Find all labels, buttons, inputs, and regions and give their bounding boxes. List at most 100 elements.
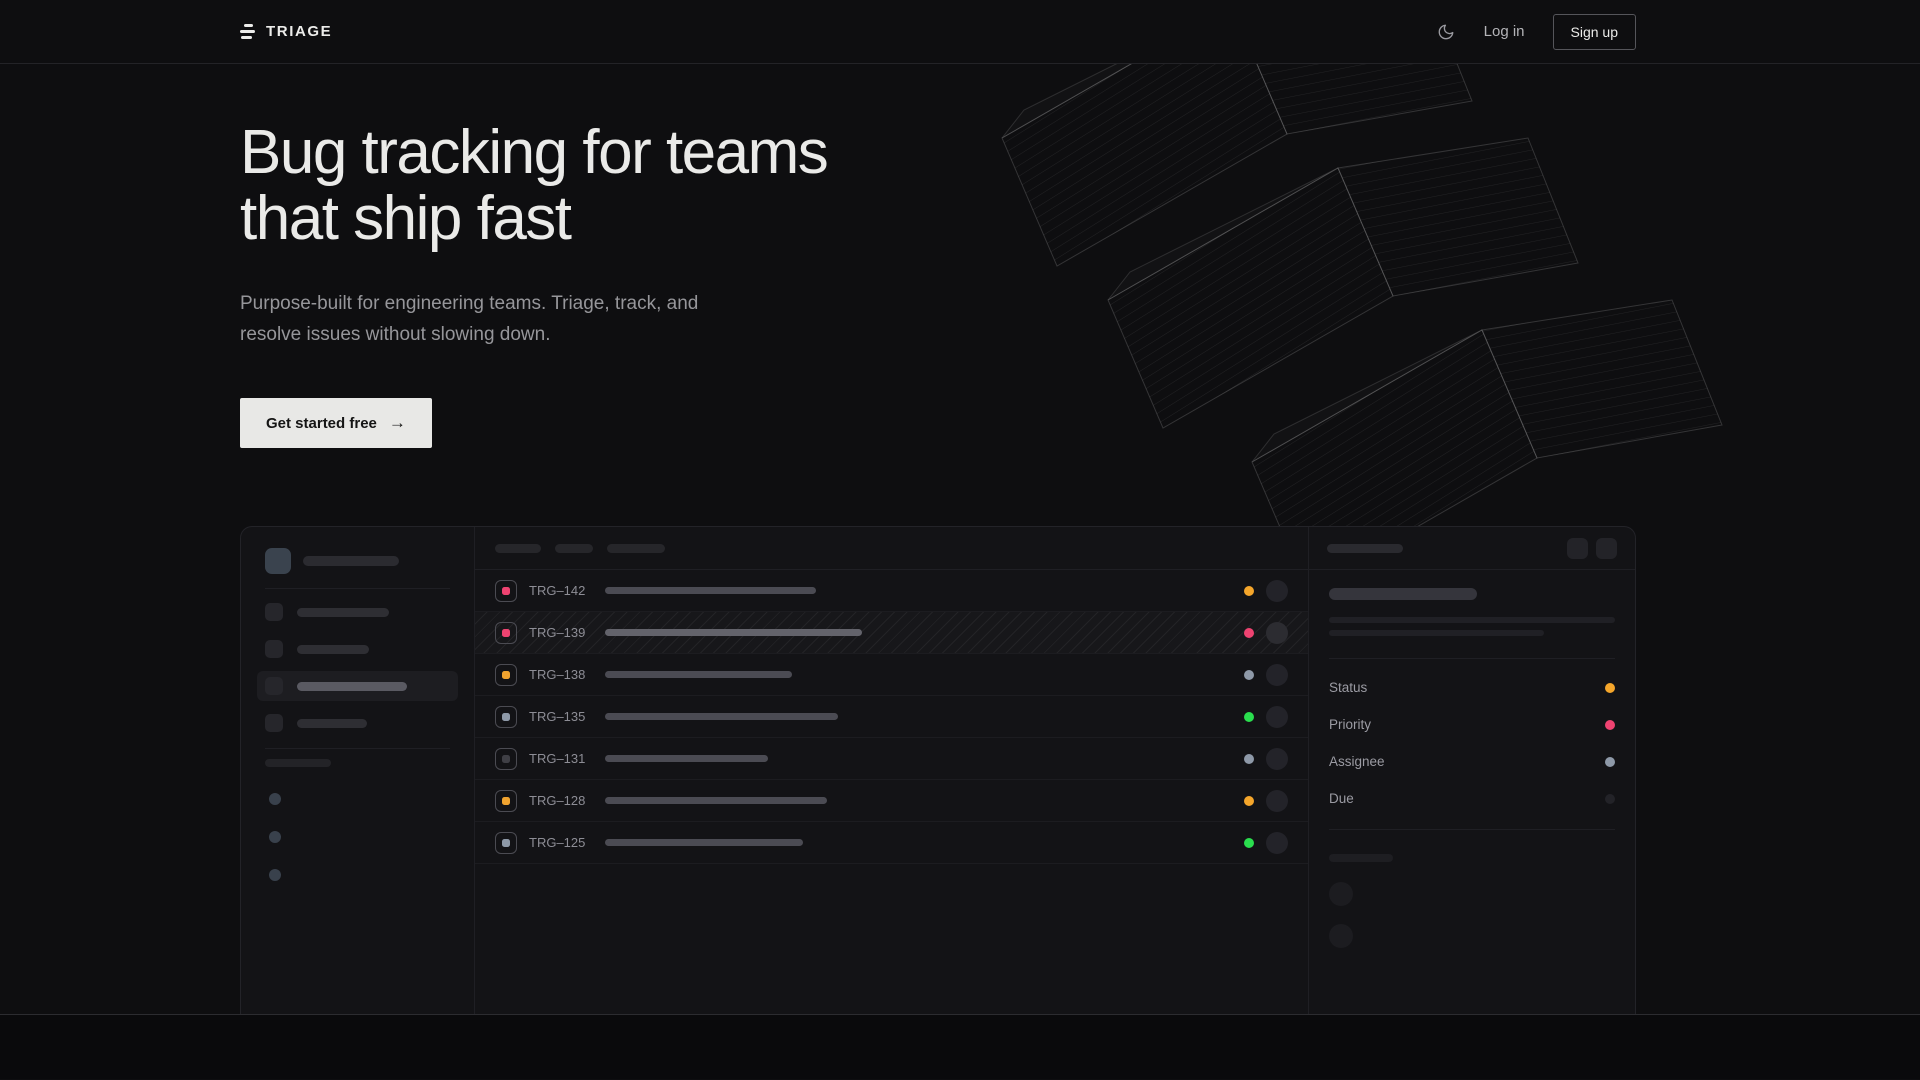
issue-row: TRG–128	[475, 780, 1308, 822]
issue-type-fill	[502, 839, 510, 847]
issue-status-dot	[1244, 712, 1254, 722]
issue-status-dot	[1244, 586, 1254, 596]
issue-type-icon	[495, 622, 517, 644]
signup-button[interactable]: Sign up	[1553, 14, 1636, 50]
issue-field-row: Status	[1329, 669, 1615, 706]
section-label-placeholder	[265, 759, 331, 767]
brand-logo[interactable]: TRIAGE	[240, 23, 332, 40]
nav-item-icon	[265, 603, 283, 621]
mockup-issue-list: TRG–142 TRG–139 TRG–138 TRG–135 TRG–131 …	[475, 527, 1309, 1015]
issue-title-placeholder	[605, 671, 792, 678]
detail-panel-body: Status Priority Assignee Due	[1309, 570, 1635, 948]
issue-type-icon	[495, 790, 517, 812]
issue-id: TRG–128	[529, 793, 587, 808]
issue-row: TRG–142	[475, 570, 1308, 612]
filter-chip-placeholder	[555, 544, 593, 553]
issue-field-label: Priority	[1329, 717, 1371, 732]
nav-item	[257, 634, 458, 664]
login-link[interactable]: Log in	[1484, 23, 1525, 40]
issue-title-placeholder	[605, 629, 862, 636]
nav-item	[257, 708, 458, 738]
nav-dot	[269, 869, 281, 881]
nav-item-label-placeholder	[297, 682, 407, 691]
issue-field-row: Assignee	[1329, 743, 1615, 780]
panel-action-button	[1596, 538, 1617, 559]
issue-field-value-dot	[1605, 720, 1615, 730]
moon-icon	[1437, 23, 1455, 41]
issue-description-placeholder	[1329, 630, 1544, 636]
issue-id: TRG–142	[529, 583, 587, 598]
issue-field-label: Status	[1329, 680, 1367, 695]
issue-type-icon	[495, 706, 517, 728]
hero-subtitle-line2: resolve issues without slowing down.	[240, 319, 1636, 350]
issue-field-row: Priority	[1329, 706, 1615, 743]
workspace-name-placeholder	[303, 556, 399, 566]
issue-assignee-avatar	[1266, 706, 1288, 728]
issue-description-placeholder	[1329, 617, 1615, 623]
issue-title-placeholder	[605, 755, 768, 762]
issue-title-placeholder	[605, 839, 803, 846]
issue-type-fill	[502, 797, 510, 805]
issue-type-fill	[502, 629, 510, 637]
nav-item-active	[257, 671, 458, 701]
mockup-sidebar	[241, 527, 475, 1015]
issue-title-placeholder	[605, 713, 838, 720]
issue-type-icon	[495, 832, 517, 854]
nav-item-icon	[265, 714, 283, 732]
issue-list-toolbar	[475, 527, 1308, 570]
issue-id: TRG–131	[529, 751, 587, 766]
workspace-avatar	[265, 548, 291, 574]
issue-type-fill	[502, 713, 510, 721]
issue-type-icon	[495, 664, 517, 686]
issue-status-dot	[1244, 628, 1254, 638]
nav-section-label	[257, 749, 458, 767]
hero-subtitle: Purpose-built for engineering teams. Tri…	[240, 288, 1636, 350]
issue-type-fill	[502, 755, 510, 763]
next-section-band	[0, 1015, 1920, 1079]
nav-dot	[269, 831, 281, 843]
issue-type-fill	[502, 671, 510, 679]
issue-status-dot	[1244, 754, 1254, 764]
issue-status-dot	[1244, 670, 1254, 680]
issue-assignee-avatar	[1266, 580, 1288, 602]
arrow-right-icon: →	[389, 413, 406, 433]
issue-assignee-avatar	[1266, 748, 1288, 770]
issue-title-placeholder	[605, 587, 816, 594]
nav-item-icon	[265, 640, 283, 658]
hero-heading-line1: Bug tracking for teams	[240, 120, 1636, 186]
issue-field-label: Assignee	[1329, 754, 1385, 769]
nav-item-icon	[265, 677, 283, 695]
hero-heading: Bug tracking for teams that ship fast	[240, 64, 1636, 252]
issue-assignee-avatar	[1266, 664, 1288, 686]
mockup-detail-panel: Status Priority Assignee Due	[1309, 527, 1635, 1015]
divider	[1329, 829, 1615, 830]
issue-type-icon	[495, 580, 517, 602]
hero-subtitle-line1: Purpose-built for engineering teams. Tri…	[240, 288, 1636, 319]
issue-field-row: Due	[1329, 780, 1615, 817]
issue-assignee-avatar	[1266, 832, 1288, 854]
issue-title-placeholder	[605, 797, 827, 804]
get-started-button[interactable]: Get started free →	[240, 398, 432, 448]
issue-type-icon	[495, 748, 517, 770]
issue-fields: Status Priority Assignee Due	[1329, 659, 1615, 817]
issue-field-value-dot	[1605, 757, 1615, 767]
issue-row: TRG–131	[475, 738, 1308, 780]
triage-logo-icon	[240, 24, 256, 39]
issue-field-value-dot	[1605, 683, 1615, 693]
filter-chip-placeholder	[607, 544, 665, 553]
top-navigation: TRIAGE Log in Sign up	[0, 0, 1920, 64]
get-started-label: Get started free	[266, 415, 377, 432]
issue-field-value-dot	[1605, 794, 1615, 804]
issue-assignee-avatar	[1266, 622, 1288, 644]
detail-breadcrumb-placeholder	[1327, 544, 1403, 553]
issue-assignee-avatar	[1266, 790, 1288, 812]
detail-panel-actions	[1567, 538, 1617, 559]
nav-item-label-placeholder	[297, 608, 389, 617]
issue-row: TRG–135	[475, 696, 1308, 738]
issue-status-dot	[1244, 796, 1254, 806]
mockup-nav	[257, 589, 458, 738]
theme-toggle-button[interactable]	[1436, 22, 1456, 42]
issue-id: TRG–125	[529, 835, 587, 850]
issue-row: TRG–138	[475, 654, 1308, 696]
nav-item-label-placeholder	[297, 645, 369, 654]
